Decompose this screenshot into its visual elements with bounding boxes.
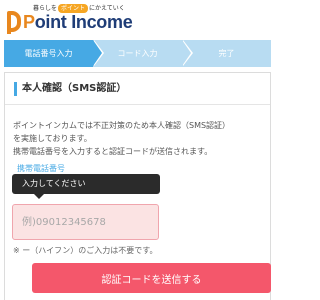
description: ポイントインカムでは不正対策のため本人確認（SMS認証） を実施しております。 … — [13, 119, 265, 158]
verification-card: 本人確認（SMS認証） ポイントインカムでは不正対策のため本人確認（SMS認証）… — [4, 72, 271, 300]
send-code-button[interactable]: 認証コードを送信する — [32, 263, 271, 293]
card-title: 本人確認（SMS認証） — [22, 83, 127, 94]
phone-field-label: 携帯電話番号 — [17, 164, 65, 173]
point-income-logo[interactable]: 暮らしを ポイント にかえていく Point Income — [7, 3, 133, 34]
step-label: 電話番号入力 — [24, 49, 73, 58]
logo-wordmark: Point Income — [23, 12, 133, 32]
description-line: ポイントインカムでは不正対策のため本人確認（SMS認証） — [13, 121, 231, 130]
description-line: を実施しております。 — [13, 134, 92, 143]
header: 暮らしを ポイント にかえていく Point Income — [0, 0, 275, 36]
description-line: 携帯電話番号を入力すると認証コードが送信されます。 — [13, 147, 213, 156]
card-header: 本人確認（SMS認証） — [5, 73, 270, 105]
step-label: 完了 — [218, 49, 235, 58]
logo-rest: oint Income — [34, 12, 133, 32]
progress-steps: 電話番号入力 コード入力 完了 — [4, 40, 271, 67]
sms-verification-page: 暮らしを ポイント にかえていく Point Income 電話番号入力 コード… — [0, 0, 275, 300]
title-accent-bar — [14, 82, 17, 96]
step-arrow-icon — [93, 40, 102, 66]
step-complete: 完了 — [182, 40, 271, 67]
step-phone-input: 電話番号入力 — [4, 40, 104, 67]
logo-p-mark-icon — [7, 11, 21, 34]
step-label: コード入力 — [117, 49, 158, 58]
step-code-input: コード入力 — [93, 40, 193, 67]
validation-tooltip: 入力してください — [12, 174, 160, 199]
step-arrow-icon — [182, 40, 191, 66]
hyphen-note: ※ ー（ハイフン）のご入力は不要です。 — [13, 246, 158, 255]
phone-number-input[interactable] — [12, 204, 159, 240]
logo-first-letter: P — [23, 12, 35, 32]
